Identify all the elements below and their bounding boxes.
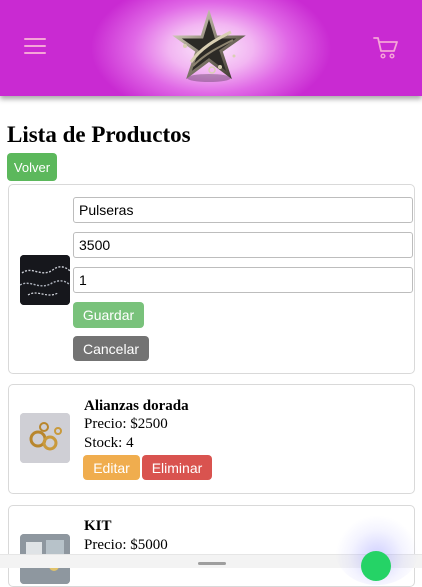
product-image [20,413,70,463]
edit-button[interactable]: Editar [83,455,140,480]
whatsapp-chat-button[interactable] [361,551,391,581]
product-edit-card: Guardar Cancelar [8,184,415,374]
product-name: KIT [84,518,112,534]
star-jewel-logo [172,10,246,82]
shopping-cart-icon[interactable] [373,36,399,60]
page-title: Lista de Productos [7,122,191,147]
product-image [20,255,70,305]
product-card: Alianzas dorada Precio: $2500 Stock: 4 E… [8,384,415,494]
product-price-input[interactable] [73,232,413,258]
cancel-button[interactable]: Cancelar [73,336,149,361]
rings-image-icon [20,413,70,463]
product-price: Precio: $5000 [84,537,168,553]
product-price: Precio: $2500 [84,416,168,432]
bracelet-image-icon [20,255,70,305]
app-header [0,0,422,96]
save-button[interactable]: Guardar [73,302,144,328]
hamburger-menu-icon[interactable] [24,35,48,55]
home-indicator[interactable] [198,562,226,565]
product-stock: Stock: 4 [84,435,134,451]
product-name-input[interactable] [73,197,413,223]
product-stock-input[interactable] [73,267,413,293]
product-name: Alianzas dorada [84,398,189,414]
delete-button[interactable]: Eliminar [142,455,212,480]
back-button[interactable]: Volver [7,153,57,181]
